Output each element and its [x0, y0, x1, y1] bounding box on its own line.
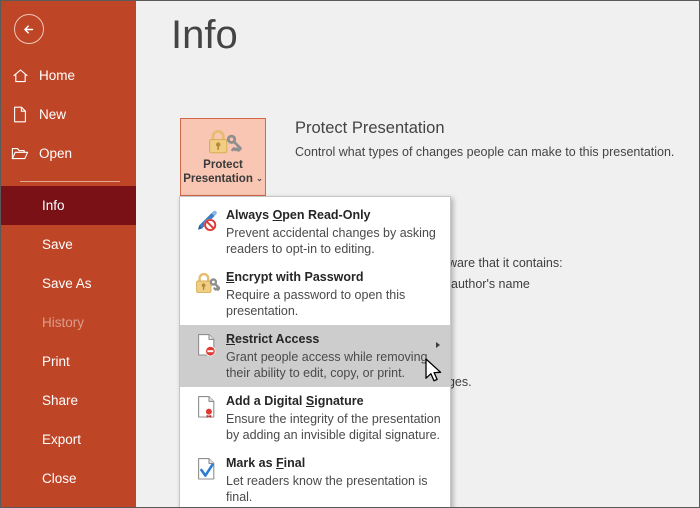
menu-item-description: Ensure the integrity of the presentation… [226, 412, 441, 442]
pencil-no-edit-icon [188, 206, 226, 257]
protect-presentation-button[interactable]: Protect Presentation ⌄ [180, 118, 266, 196]
protect-button-line-1: Protect [203, 159, 243, 171]
sidebar-item-label: Save [42, 237, 73, 252]
title-accesskey: O [272, 208, 283, 222]
menu-item-body: Encrypt with Password Require a password… [226, 268, 444, 319]
sidebar-item-export[interactable]: Export [1, 420, 136, 459]
title-accesskey: S [305, 394, 315, 408]
sidebar-item-new[interactable]: New [1, 95, 136, 134]
sidebar-item-history: History [1, 303, 136, 342]
backstage-sidebar: Home New Open Info Save Save As History … [1, 1, 136, 507]
title-post: inal [283, 456, 306, 470]
sidebar-item-label: Home [39, 67, 76, 83]
sidebar-item-label: Share [42, 393, 79, 408]
sidebar-item-label: Info [42, 198, 65, 213]
title-pre: Mark as [226, 456, 277, 470]
protect-presentation-button-label: Protect Presentation ⌄ [183, 158, 263, 186]
protect-button-line-2: Presentation [183, 173, 253, 186]
title-pre: Add a Digital [226, 394, 306, 408]
sidebar-item-home[interactable]: Home [1, 56, 136, 95]
menu-item-body: Mark as Final Let readers know the prese… [226, 454, 444, 505]
title-post: estrict Access [235, 332, 320, 346]
title-post: ncrypt with Password [234, 270, 364, 284]
menu-item-body: Always Open Read-Only Prevent accidental… [226, 206, 444, 257]
menu-item-mark-as-final[interactable]: Mark as Final Let readers know the prese… [180, 449, 450, 507]
sidebar-item-label: New [39, 106, 67, 122]
title-accesskey: R [226, 332, 236, 346]
sidebar-item-label: Export [42, 432, 82, 447]
sidebar-item-share[interactable]: Share [1, 381, 136, 420]
open-folder-icon [1, 146, 39, 161]
sidebar-item-label: History [42, 315, 85, 330]
sidebar-top-nav: Home New Open [1, 56, 136, 173]
menu-item-body: Add a Digital Signature Ensure the integ… [226, 392, 444, 443]
menu-item-always-open-read-only[interactable]: Always Open Read-Only Prevent accidental… [180, 201, 450, 263]
menu-item-description: Prevent accidental changes by asking rea… [226, 226, 436, 256]
chevron-down-icon: ⌄ [256, 174, 263, 183]
protect-presentation-heading: Protect Presentation [295, 119, 445, 137]
lock-and-key-icon [203, 127, 243, 155]
sidebar-item-print[interactable]: Print [1, 342, 136, 381]
title-pre: Always [226, 208, 273, 222]
back-arrow-icon[interactable] [14, 14, 44, 44]
document-signature-icon [188, 392, 226, 443]
protect-presentation-description: Control what types of changes people can… [295, 145, 675, 159]
menu-item-title: Mark as Final [226, 456, 305, 470]
menu-item-title: Restrict Access [226, 332, 319, 346]
menu-item-description: Let readers know the presentation is fin… [226, 474, 428, 504]
title-post: ignature [314, 394, 364, 408]
menu-item-title: Always Open Read-Only [226, 208, 371, 222]
sidebar-item-save[interactable]: Save [1, 225, 136, 264]
menu-item-title: Encrypt with Password [226, 270, 364, 284]
sidebar-item-open[interactable]: Open [1, 134, 136, 173]
protect-presentation-menu: Always Open Read-Only Prevent accidental… [179, 196, 451, 507]
sidebar-bottom-nav: Info Save Save As History Print Share Ex… [1, 186, 136, 498]
title-post: pen Read-Only [282, 208, 371, 222]
home-icon [1, 68, 39, 84]
padlock-key-icon [188, 268, 226, 319]
sidebar-item-label: Close [42, 471, 77, 486]
document-check-icon [188, 454, 226, 505]
menu-item-restrict-access[interactable]: Restrict Access Grant people access whil… [180, 325, 450, 387]
menu-item-description: Require a password to open this presenta… [226, 288, 406, 318]
backstage-window: Home New Open Info Save Save As History … [0, 0, 700, 508]
sidebar-item-save-as[interactable]: Save As [1, 264, 136, 303]
sidebar-item-label: Open [39, 145, 73, 161]
inspect-presentation-line-1: aware that it contains: [441, 256, 563, 270]
document-restricted-icon [188, 330, 226, 381]
sidebar-item-label: Print [42, 354, 70, 369]
menu-item-body: Restrict Access Grant people access whil… [226, 330, 444, 381]
submenu-arrow-icon [436, 342, 440, 348]
sidebar-item-label: Save As [42, 276, 92, 291]
title-accesskey: F [276, 456, 284, 470]
inspect-presentation-line-2: author's name [451, 277, 530, 291]
page-title: Info [171, 13, 238, 57]
sidebar-item-info[interactable]: Info [1, 186, 136, 225]
new-document-icon [1, 106, 39, 123]
menu-item-title: Add a Digital Signature [226, 394, 364, 408]
menu-item-add-digital-signature[interactable]: Add a Digital Signature Ensure the integ… [180, 387, 450, 449]
menu-item-description: Grant people access while removing their… [226, 350, 428, 380]
sidebar-divider [20, 181, 120, 182]
sidebar-item-close[interactable]: Close [1, 459, 136, 498]
menu-item-encrypt-with-password[interactable]: Encrypt with Password Require a password… [180, 263, 450, 325]
